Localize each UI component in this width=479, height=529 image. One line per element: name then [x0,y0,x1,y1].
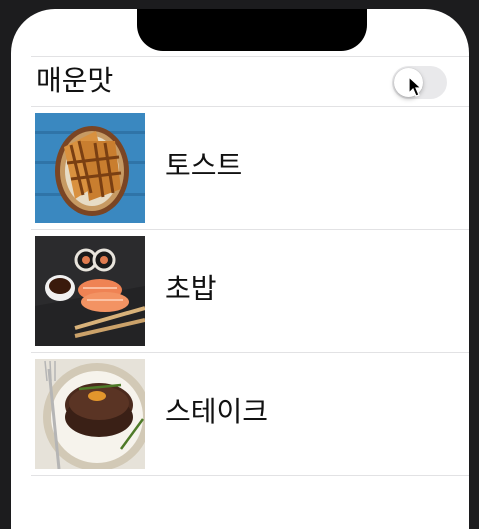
sushi-photo [35,236,145,346]
food-name: 토스트 [165,149,243,182]
device-frame: 매운맛 토스트 초밥 스테이크 [0,0,479,529]
steak-photo [35,359,145,469]
list-item-steak[interactable]: 스테이크 [11,352,469,474]
spicy-toggle-row[interactable]: 매운맛 [11,57,469,107]
toast-photo [35,113,145,223]
list-item-sushi[interactable]: 초밥 [11,229,469,351]
list-divider [31,475,469,476]
food-name: 초밥 [165,272,217,305]
list-item-toast[interactable]: 토스트 [11,106,469,228]
spicy-toggle-label: 매운맛 [36,64,114,97]
food-name: 스테이크 [165,395,269,428]
device-notch [137,9,367,51]
phone-screen: 매운맛 토스트 초밥 스테이크 [11,9,469,529]
mouse-cursor-icon [408,76,422,98]
